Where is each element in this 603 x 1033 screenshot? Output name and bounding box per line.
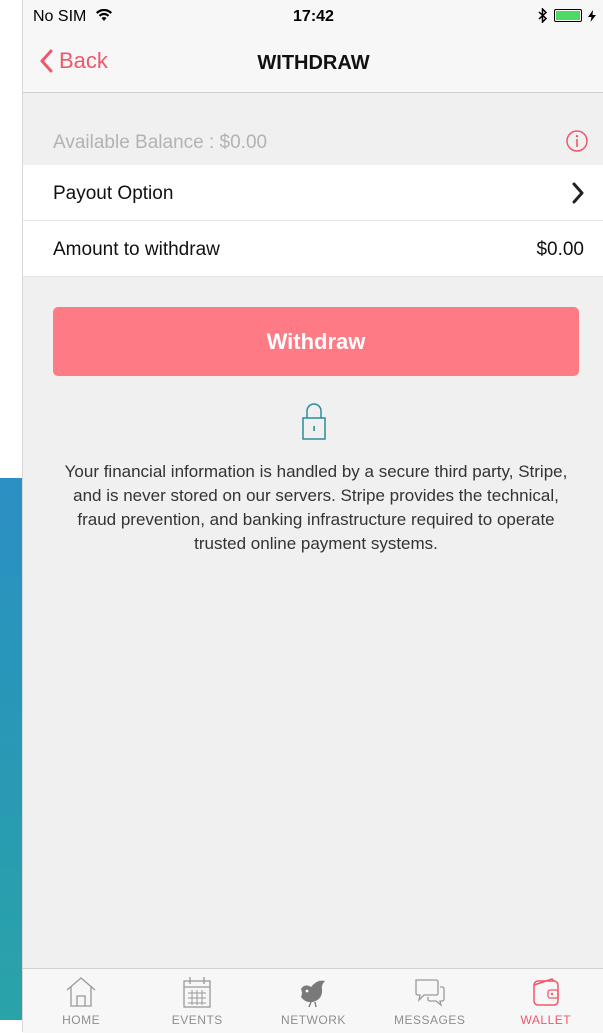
background-strip (0, 0, 22, 1032)
divider (23, 276, 603, 277)
amount-cell[interactable]: Amount to withdraw $0.00 (23, 221, 603, 277)
tab-label: WALLET (520, 1013, 572, 1027)
payout-option-label: Payout Option (53, 183, 174, 204)
tab-events[interactable]: EVENTS (142, 969, 252, 1033)
nav-bar: Back WITHDRAW (23, 40, 603, 93)
charging-icon (588, 9, 596, 22)
balance-row: Available Balance : $0.00 (23, 118, 603, 162)
calendar-icon (183, 977, 211, 1008)
tab-label: NETWORK (281, 1013, 346, 1027)
amount-value: $0.00 (536, 239, 584, 260)
amount-label: Amount to withdraw (53, 239, 220, 260)
available-balance: Available Balance : $0.00 (53, 132, 268, 153)
lock-icon (301, 401, 327, 446)
wallet-icon (533, 978, 559, 1006)
withdraw-button[interactable]: Withdraw (53, 307, 579, 376)
security-notice: Your financial information is handled by… (64, 462, 568, 553)
status-bar: No SIM 17:42 (23, 0, 603, 40)
status-right (538, 8, 596, 23)
chat-bubbles-icon (415, 979, 445, 1007)
tab-bar: HOME EVENTS NETWORK MESSAGES WALLET (23, 968, 603, 1033)
status-time: 17:42 (293, 8, 334, 25)
battery-icon (554, 9, 582, 22)
home-icon (66, 977, 96, 1007)
info-icon[interactable] (566, 130, 588, 157)
background-gradient (0, 478, 22, 1020)
page-title: WITHDRAW (257, 52, 370, 74)
tab-wallet[interactable]: WALLET (491, 969, 601, 1033)
bluetooth-icon (538, 8, 548, 23)
payout-option-cell[interactable]: Payout Option (23, 165, 603, 221)
tab-label: EVENTS (171, 1013, 223, 1027)
bird-icon (301, 980, 326, 1008)
tab-label: MESSAGES (393, 1013, 466, 1027)
tab-network[interactable]: NETWORK (258, 969, 368, 1033)
phone-screen: No SIM 17:42 Back WITHDRAW Available Bal… (22, 0, 603, 1033)
chevron-right-icon (572, 182, 584, 209)
tab-label: HOME (62, 1013, 101, 1027)
tab-messages[interactable]: MESSAGES (375, 969, 485, 1033)
tab-home[interactable]: HOME (26, 969, 136, 1033)
